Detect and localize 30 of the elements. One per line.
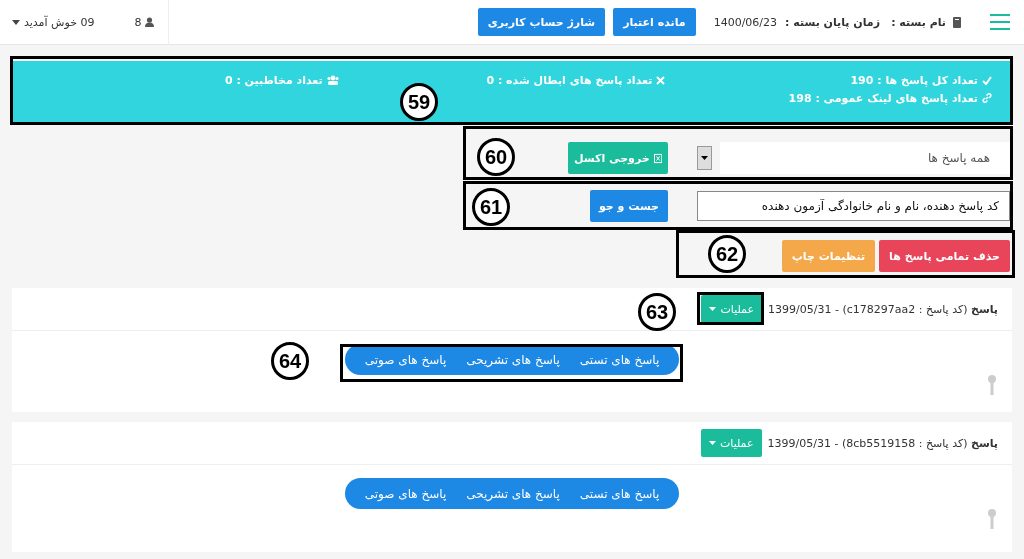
excel-export-button[interactable]: خروجی اکسل — [568, 142, 668, 174]
answer-tab[interactable]: پاسخ های تشریحی — [456, 478, 570, 509]
operations-button[interactable]: عملیات — [700, 429, 762, 457]
header-button[interactable]: مانده اعتبار — [613, 8, 696, 36]
action-button[interactable]: حذف تمامی پاسخ ها — [879, 240, 1010, 272]
action-button[interactable]: تنظیمات چاپ — [781, 240, 876, 272]
package-label: نام بسته : — [891, 15, 946, 29]
stat-text: تعداد کل پاسخ ها : 190 — [850, 73, 978, 87]
stat-text: تعداد پاسخ های لینک عمومی : 198 — [788, 91, 978, 105]
search-field[interactable]: کد پاسخ دهنده، نام و نام خانوادگی آزمون دهنده — [697, 191, 1010, 221]
header-button[interactable]: شارژ حساب کاربری — [477, 8, 606, 36]
search-button[interactable]: جست و جو — [590, 190, 668, 222]
callout-number: 60 — [477, 138, 515, 176]
answer-tab[interactable]: پاسخ های تشریحی — [456, 344, 570, 375]
welcome-menu[interactable]: 09 خوش آمدید — [12, 15, 95, 29]
stat-text: تعداد پاسخ های ابطال شده : 0 — [486, 73, 653, 87]
stat-text: تعداد مخاطبین : 0 — [224, 73, 323, 87]
user-count[interactable]: 8 — [134, 15, 155, 29]
callout-number: 61 — [472, 188, 510, 226]
operations-button[interactable]: عملیات — [701, 295, 763, 323]
answer-tab[interactable]: پاسخ های تستی — [569, 478, 670, 509]
callout-number: 62 — [708, 235, 746, 273]
answer-tab[interactable]: پاسخ های صوتی — [354, 478, 457, 509]
end-date-label: زمان پایان بسته : — [785, 15, 880, 29]
answer-tab[interactable]: پاسخ های صوتی — [354, 344, 457, 375]
end-date: 1400/06/23 — [713, 15, 778, 29]
response-filter-select[interactable]: همه پاسخ ها — [720, 142, 1010, 174]
answer-tab[interactable]: پاسخ های تستی — [569, 344, 670, 375]
response-title: پاسخ (کد پاسخ : 8cb5519158) - 1399/05/31 — [767, 436, 998, 450]
response-title: پاسخ (کد پاسخ : c178297aa2) - 1399/05/31 — [768, 302, 998, 316]
